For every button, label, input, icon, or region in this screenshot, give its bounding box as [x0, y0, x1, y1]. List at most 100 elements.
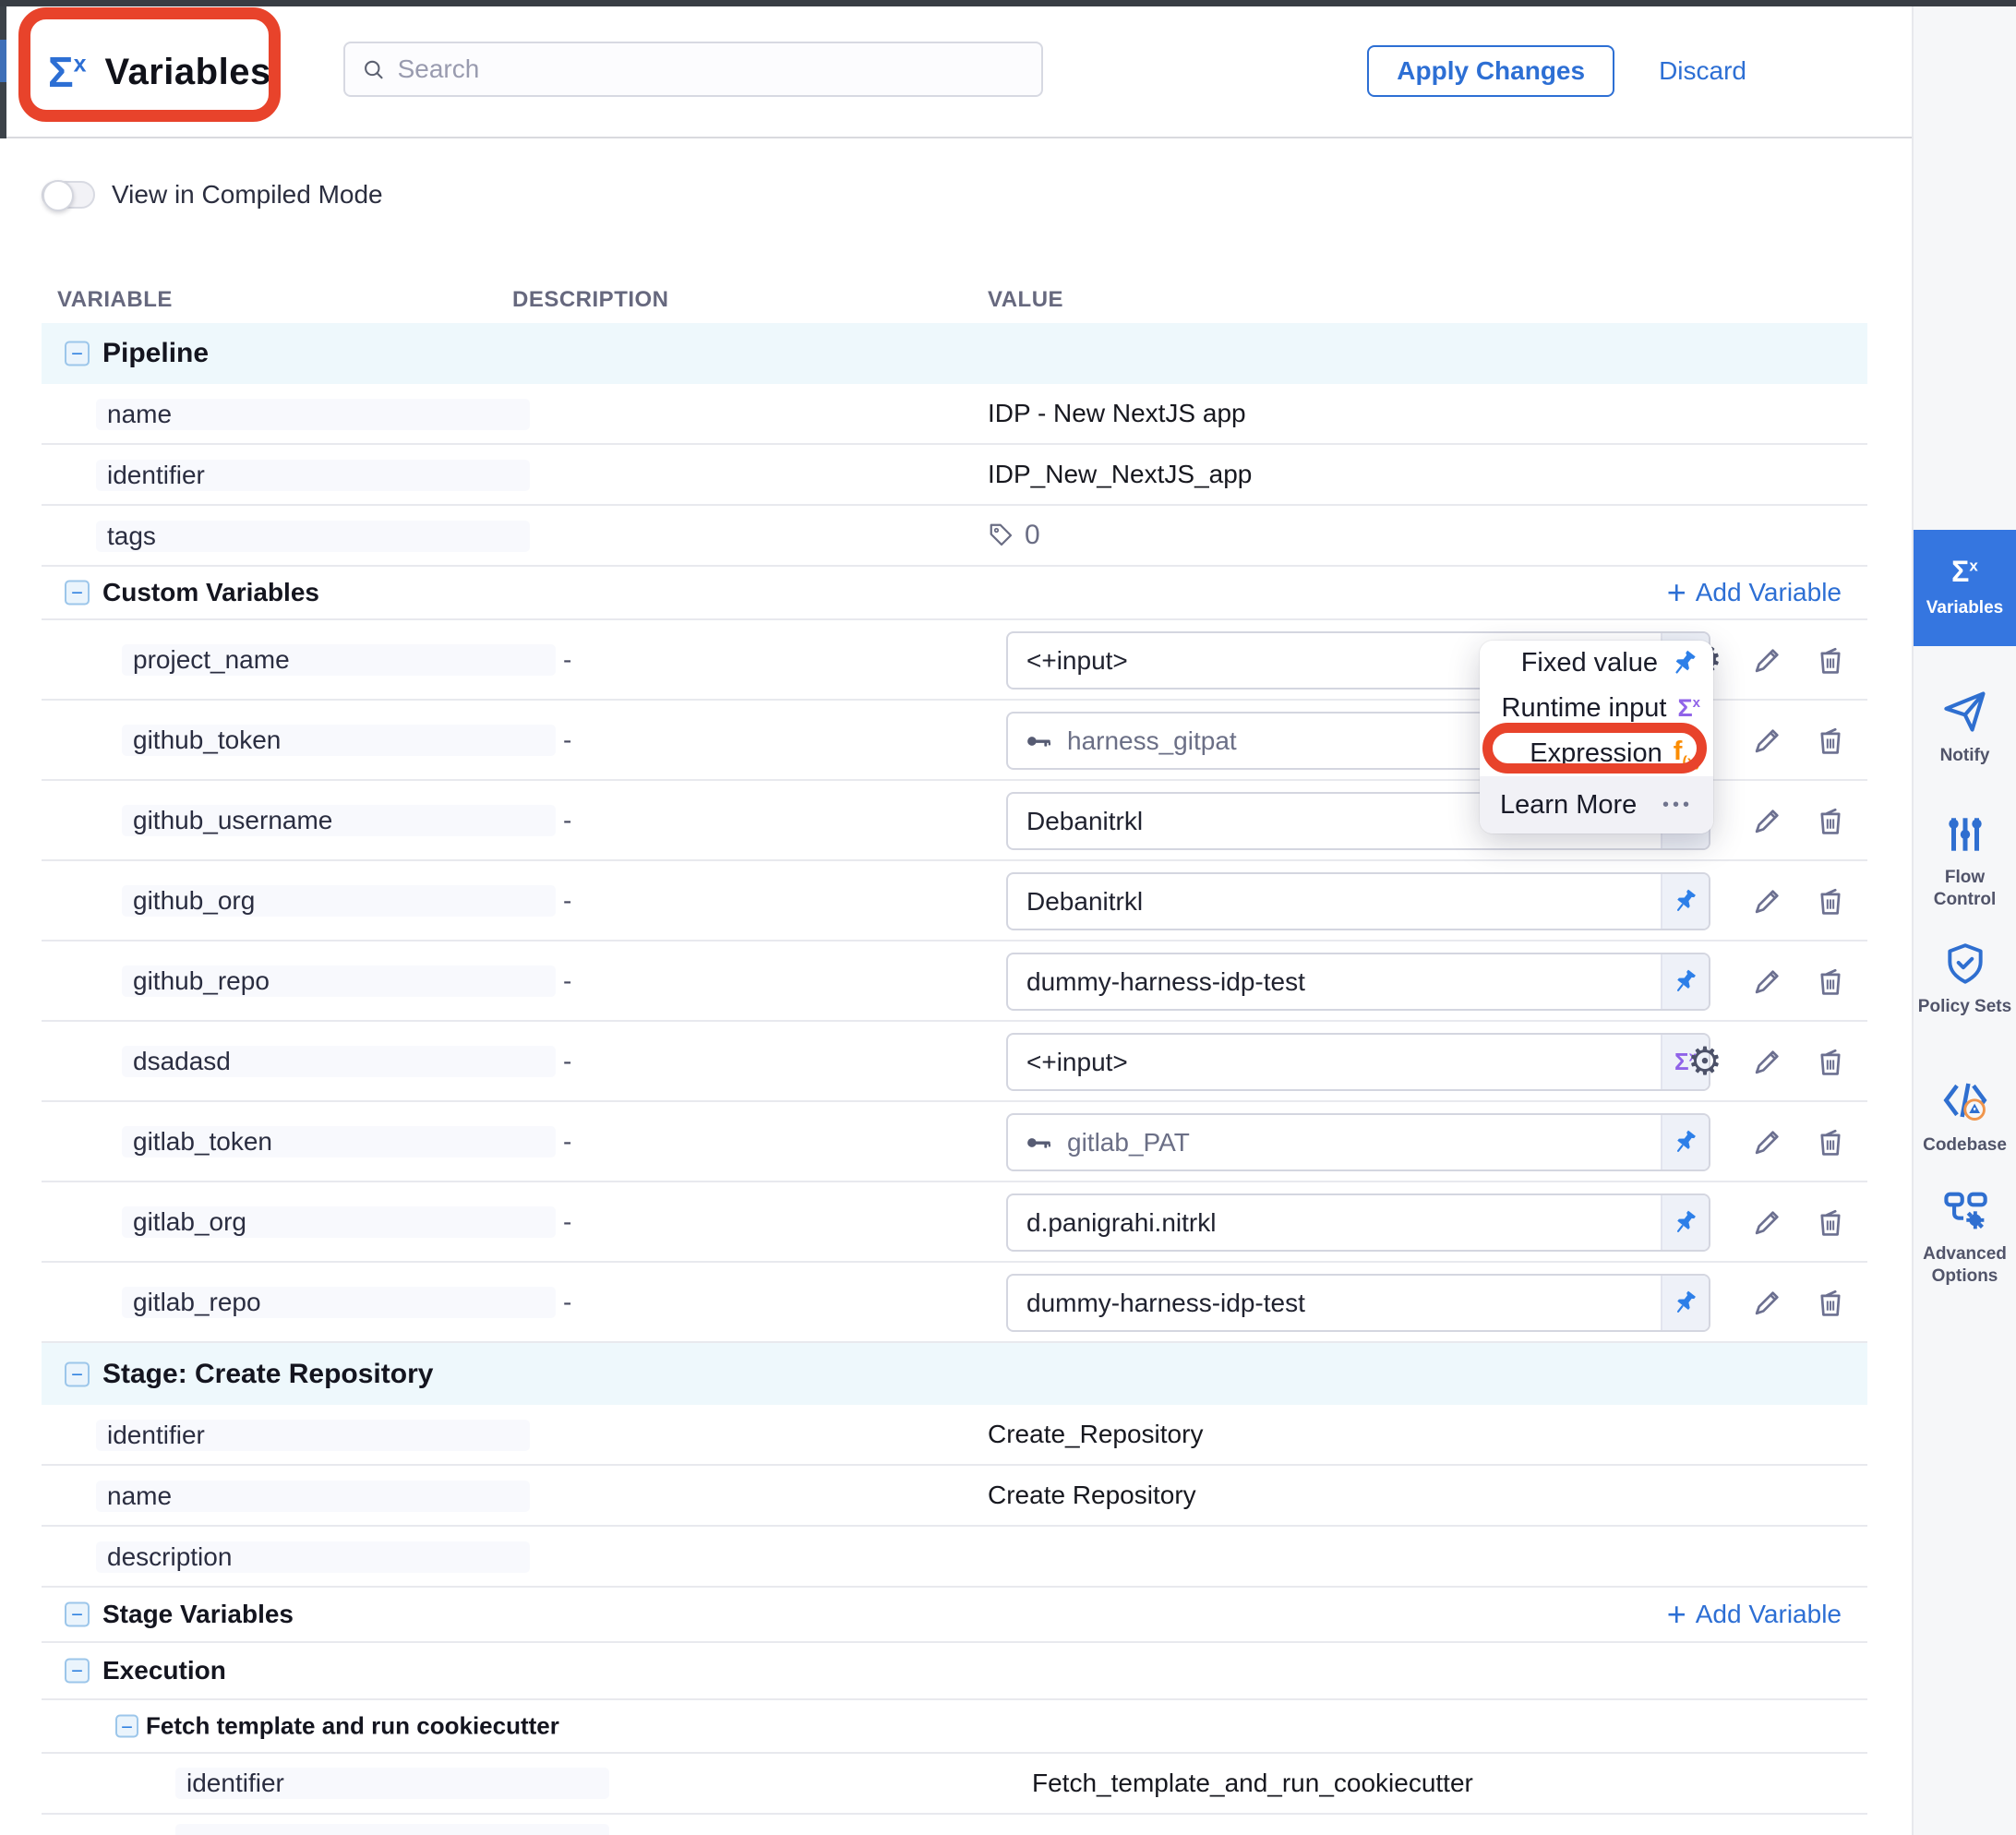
value-input[interactable]: dummy-harness-idp-test: [1006, 953, 1710, 1011]
settings-button[interactable]: ⚙: [1685, 1041, 1725, 1082]
delete-button[interactable]: [1810, 1041, 1851, 1082]
learn-more-button[interactable]: Learn More •••: [1480, 776, 1713, 834]
edit-button[interactable]: [1747, 720, 1788, 761]
apply-changes-button[interactable]: Apply Changes: [1367, 45, 1614, 97]
input-type-dropdown: Fixed value Runtime input Σx Expression …: [1480, 641, 1713, 834]
trash-icon: [1813, 642, 1848, 678]
value-input[interactable]: d.panigrahi.nitrkl: [1006, 1193, 1710, 1252]
variable-name: identifier: [175, 1768, 609, 1799]
column-header-variable: VARIABLE: [57, 287, 173, 313]
variable-description: -: [563, 1047, 571, 1076]
edit-button[interactable]: [1747, 1202, 1788, 1242]
variables-sigma-icon: Σx: [48, 51, 87, 93]
variable-name: description: [96, 1541, 530, 1573]
variable-name: github_username: [122, 805, 556, 836]
edit-button[interactable]: [1747, 1282, 1788, 1323]
delete-button[interactable]: [1810, 720, 1851, 761]
delete-button[interactable]: [1810, 1121, 1851, 1162]
trash-icon: [1813, 883, 1848, 918]
pencil-icon: [1750, 1205, 1785, 1240]
edit-button[interactable]: [1747, 881, 1788, 921]
input-type-chip[interactable]: [1661, 954, 1709, 1009]
variable-name: name: [96, 1481, 530, 1512]
plus-icon: +: [1667, 1598, 1686, 1631]
pin-icon: [1669, 648, 1700, 679]
menu-item-runtime-input[interactable]: Runtime input Σx: [1480, 686, 1713, 731]
variable-name: identifier: [96, 1420, 530, 1451]
pin-icon: [1671, 1289, 1700, 1318]
search-box[interactable]: [343, 42, 1043, 97]
variables-sigma-icon: Σx: [1951, 557, 1978, 586]
collapse-icon[interactable]: −: [65, 1602, 90, 1627]
collapse-icon[interactable]: −: [65, 1659, 90, 1684]
edit-button[interactable]: [1747, 1041, 1788, 1082]
edit-button[interactable]: [1747, 640, 1788, 680]
sidebar-item-advanced-options[interactable]: Advanced Options: [1914, 1186, 2016, 1288]
workflow-gear-icon: [1941, 1186, 1989, 1234]
sidebar-item-flow-control[interactable]: Flow Control: [1914, 811, 2016, 911]
variable-name: name: [96, 399, 530, 430]
collapse-icon[interactable]: −: [65, 1361, 90, 1386]
pencil-icon: [1750, 883, 1785, 918]
delete-button[interactable]: [1810, 800, 1851, 841]
collapse-icon[interactable]: −: [65, 581, 90, 606]
value-input[interactable]: <+input> Σx: [1006, 1033, 1710, 1091]
table-row-gitlab-token: gitlab_token - gitlab_PAT: [42, 1102, 1867, 1182]
table-row-gitlab-org: gitlab_org - d.panigrahi.nitrkl: [42, 1182, 1867, 1263]
pencil-icon: [1750, 1285, 1785, 1320]
variable-name: dsadasd: [122, 1046, 556, 1077]
sidebar-item-policy-sets[interactable]: Policy Sets: [1914, 941, 2016, 1018]
page-title: Variables: [105, 52, 271, 93]
pencil-icon: [1750, 723, 1785, 758]
sidebar-item-codebase[interactable]: Codebase: [1914, 1075, 2016, 1157]
trash-icon: [1813, 1285, 1848, 1320]
edit-button[interactable]: [1747, 961, 1788, 1001]
collapse-icon[interactable]: −: [65, 342, 90, 366]
sidebar-item-variables[interactable]: Σx Variables: [1914, 530, 2016, 646]
table-row: name Create Repository: [42, 1466, 1867, 1527]
compiled-mode-toggle[interactable]: [42, 181, 95, 209]
table-row: description: [42, 1527, 1867, 1588]
delete-button[interactable]: [1810, 1202, 1851, 1242]
section-step-group: − Fetch template and run cookiecutter: [42, 1700, 1867, 1754]
sliders-icon: [1942, 811, 1988, 858]
variable-value: Create Repository: [988, 1481, 1196, 1510]
collapse-icon[interactable]: −: [115, 1715, 138, 1738]
value-input[interactable]: gitlab_PAT: [1006, 1113, 1710, 1171]
expression-fx-icon: f(x): [1674, 738, 1700, 770]
input-type-chip[interactable]: [1661, 1115, 1709, 1169]
variable-description: -: [563, 1207, 571, 1237]
menu-item-fixed-value[interactable]: Fixed value: [1480, 641, 1713, 686]
column-header-value: VALUE: [988, 287, 1063, 313]
section-label: Stage: Create Repository: [102, 1359, 433, 1390]
table-row: name IDP - New NextJS app: [42, 384, 1867, 445]
delete-button[interactable]: [1810, 961, 1851, 1001]
menu-item-expression[interactable]: Expression f(x): [1480, 731, 1713, 776]
variable-name: gitlab_token: [122, 1126, 556, 1157]
variable-name: github_token: [122, 725, 556, 756]
delete-button[interactable]: [1810, 640, 1851, 680]
value-input[interactable]: Debanitrkl: [1006, 872, 1710, 930]
left-nav-sliver-accent: [0, 40, 6, 82]
table-row: identifier IDP_New_NextJS_app: [42, 445, 1867, 506]
input-type-chip[interactable]: [1661, 874, 1709, 929]
add-variable-button[interactable]: +Add Variable: [1667, 1598, 1842, 1631]
input-type-chip[interactable]: [1661, 1195, 1709, 1250]
value-input[interactable]: dummy-harness-idp-test: [1006, 1274, 1710, 1332]
delete-button[interactable]: [1810, 881, 1851, 921]
edit-button[interactable]: [1747, 800, 1788, 841]
search-input[interactable]: [398, 54, 1025, 84]
shield-check-icon: [1942, 941, 1988, 987]
discard-button[interactable]: Discard: [1659, 56, 1746, 86]
runtime-input-icon: Σx: [1677, 696, 1700, 721]
section-label: Pipeline: [102, 338, 209, 369]
input-type-chip[interactable]: [1661, 1276, 1709, 1330]
section-label: Fetch template and run cookiecutter: [146, 1712, 559, 1741]
trash-icon: [1813, 1205, 1848, 1240]
pin-icon: [1671, 967, 1700, 997]
add-variable-button[interactable]: +Add Variable: [1667, 576, 1842, 609]
toggle-knob: [42, 180, 74, 211]
edit-button[interactable]: [1747, 1121, 1788, 1162]
delete-button[interactable]: [1810, 1282, 1851, 1323]
sidebar-item-notify[interactable]: Notify: [1914, 688, 2016, 767]
